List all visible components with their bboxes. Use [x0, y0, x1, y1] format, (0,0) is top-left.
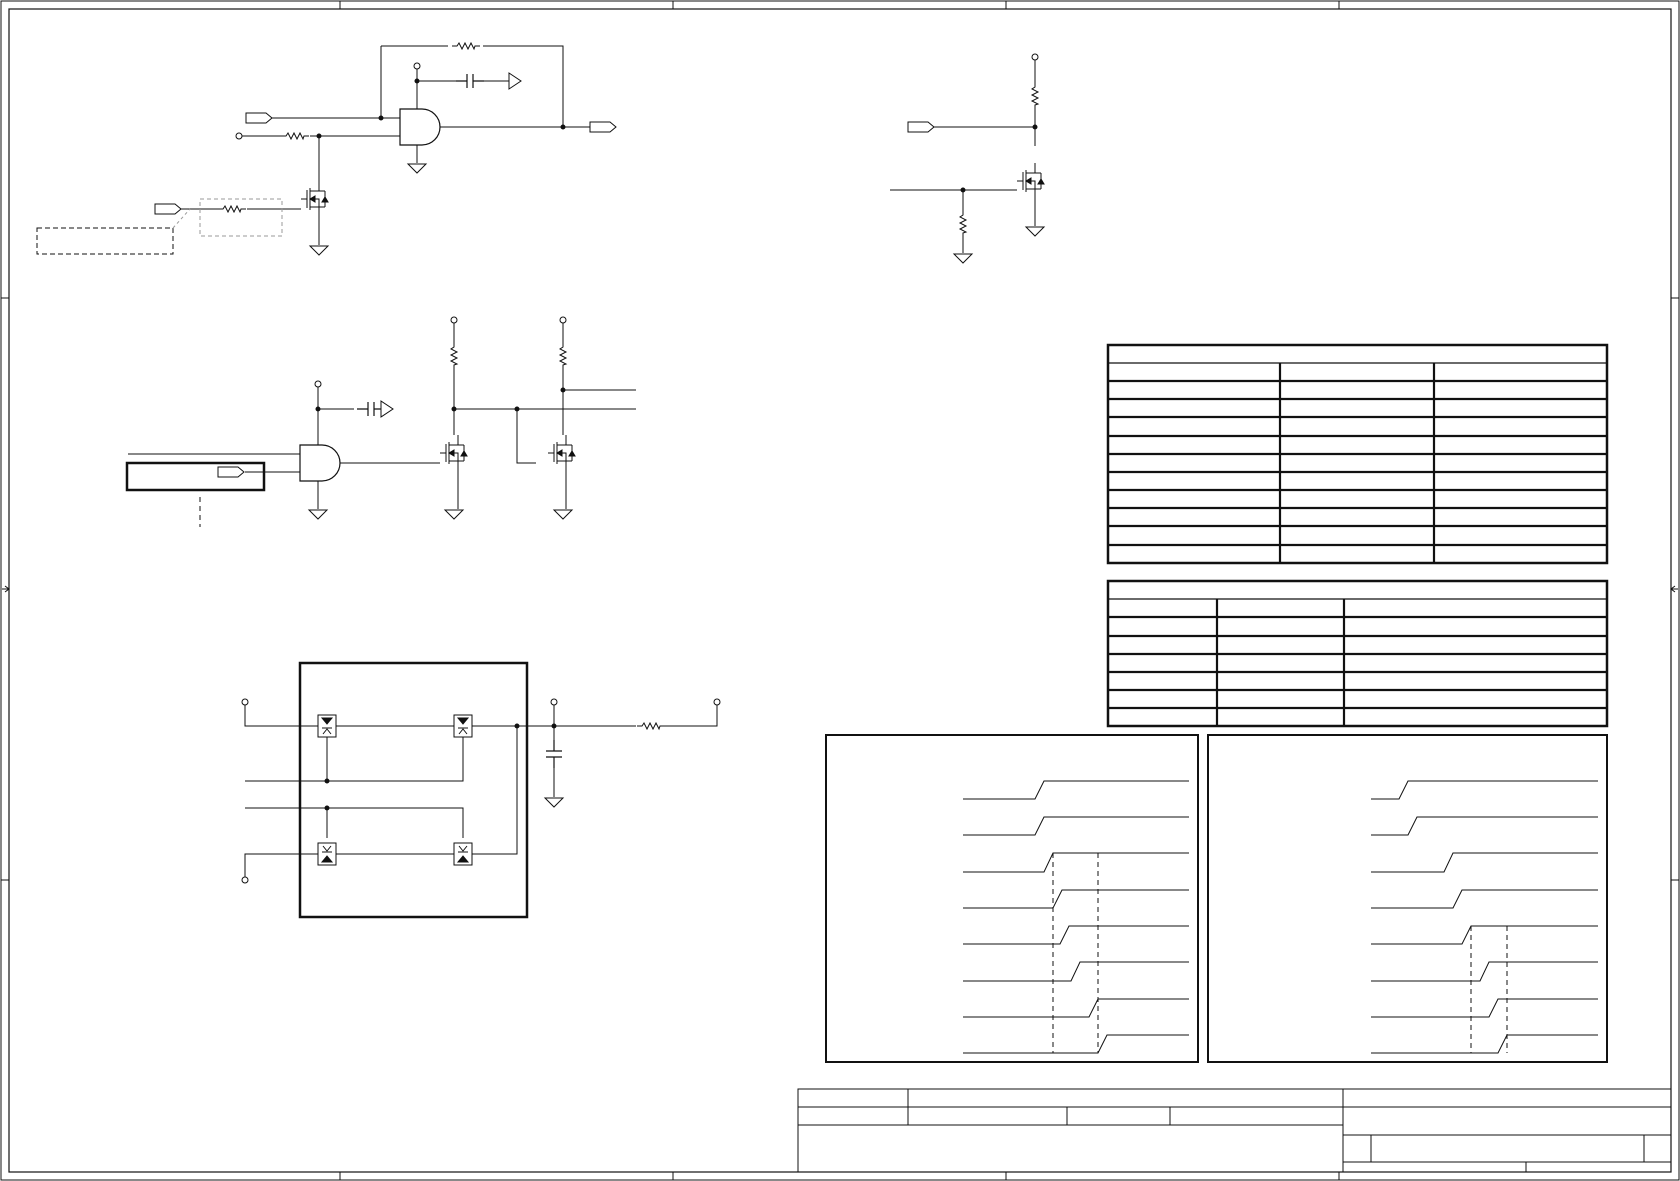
circuit-switch-array	[241, 661, 721, 919]
circuit-and-gate-middle	[128, 316, 636, 520]
circuit-and-gate-top	[154, 42, 617, 256]
timing-diagram-left	[825, 734, 1199, 1063]
circuit-mosfet-top-right	[890, 53, 1045, 264]
sheet-frame	[0, 0, 1680, 1181]
connector-box-middle	[125, 461, 266, 527]
title-block	[797, 1088, 1672, 1173]
timing-diagram-right	[1207, 734, 1608, 1063]
upper-table	[1106, 343, 1609, 565]
lower-table	[1106, 579, 1609, 728]
schematic-sheet	[0, 0, 1680, 1181]
